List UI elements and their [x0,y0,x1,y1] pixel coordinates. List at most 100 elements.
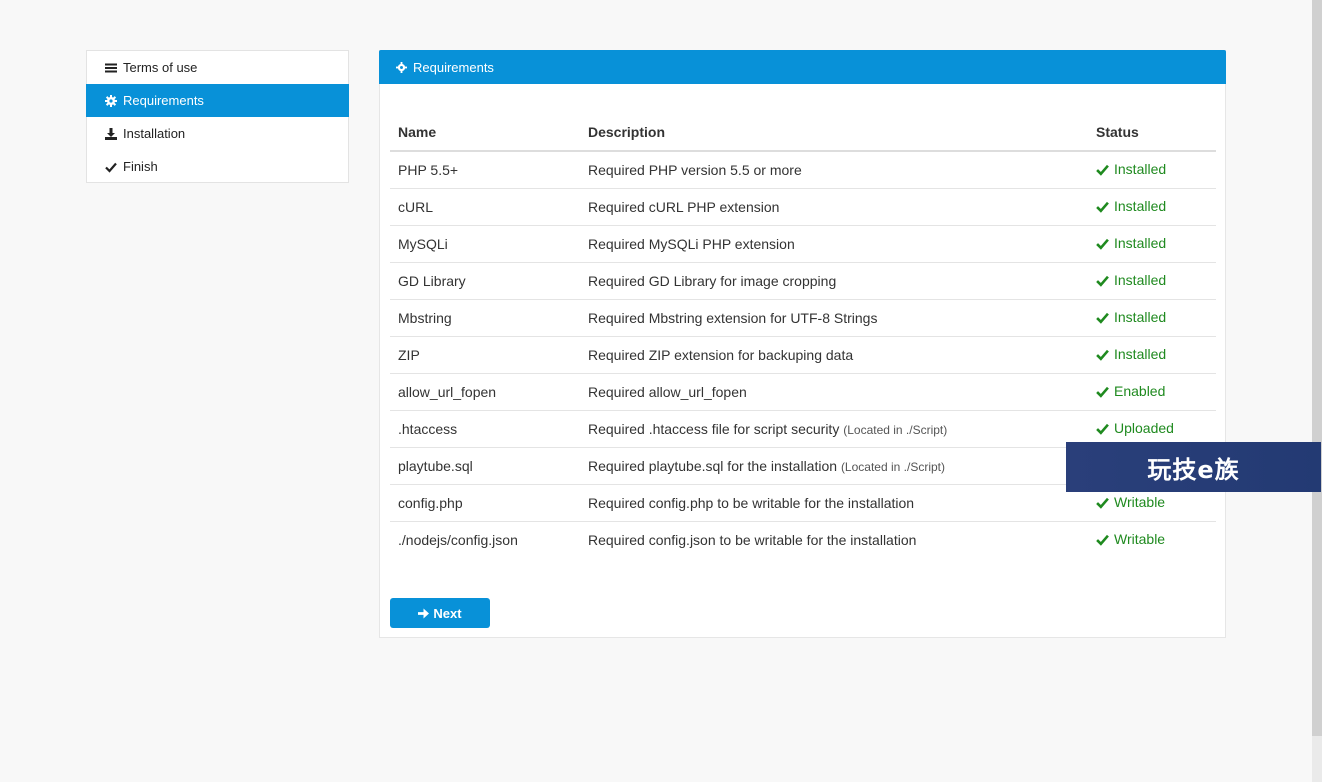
requirement-description-cell: Required PHP version 5.5 or more [580,151,1088,189]
status-badge: Installed [1096,309,1166,325]
requirement-name: config.php [390,484,580,522]
requirement-description: Required Mbstring extension for UTF-8 St… [588,310,878,326]
status-text: Installed [1114,309,1167,326]
requirement-status-cell: Installed [1088,299,1216,337]
status-badge: Uploaded [1096,420,1174,436]
requirement-description-cell: Required .htaccess file for script secur… [580,410,1088,448]
panel-title: Requirements [413,59,494,75]
requirement-status-cell: Installed [1088,225,1216,263]
check-icon [1096,349,1109,361]
status-badge: Installed [1096,346,1166,362]
table-row: PHP 5.5+ Required PHP version 5.5 or more… [390,151,1216,189]
requirement-description-cell: Required GD Library for image cropping [580,262,1088,300]
table-header-row: Name Description Status [390,113,1216,152]
requirement-name: GD Library [390,262,580,300]
column-header-status: Status [1088,113,1216,152]
status-text: Installed [1114,198,1167,215]
page-scrollbar[interactable] [1312,0,1322,782]
check-icon [1096,497,1109,509]
requirement-description-cell: Required ZIP extension for backuping dat… [580,336,1088,374]
requirement-name: playtube.sql [390,447,580,485]
column-header-name: Name [390,113,580,152]
requirement-status-cell: Installed [1088,336,1216,374]
sidebar-item-finish[interactable]: Finish [87,150,348,183]
table-row: ./nodejs/config.json Required config.json… [390,522,1216,559]
check-icon [1096,164,1109,176]
table-row: allow_url_fopen Required allow_url_fopen E… [390,373,1216,411]
check-icon [105,161,117,173]
requirement-status-cell: Writable [1088,522,1216,559]
gear-icon [105,94,117,107]
status-badge: Enabled [1096,383,1165,399]
requirement-description-cell: Required allow_url_fopen [580,373,1088,411]
status-text: Writable [1114,531,1166,548]
status-badge: Installed [1096,272,1166,288]
scrollbar-thumb[interactable] [1312,0,1322,736]
requirement-name: ZIP [390,336,580,374]
installer-sidebar: Terms of use Requirements Installation F… [86,50,349,183]
next-button-label: Next [433,605,462,621]
status-text: Installed [1114,272,1167,289]
sidebar-item-requirements[interactable]: Requirements [86,84,349,117]
requirement-description-cell: Required playtube.sql for the installati… [580,447,1088,485]
sidebar-item-terms-of-use[interactable]: Terms of use [87,51,348,84]
check-icon [1096,423,1109,435]
requirements-panel: Requirements Name Description Status PHP… [379,50,1226,638]
requirement-name: MySQLi [390,225,580,263]
requirement-status-cell: Enabled [1088,373,1216,411]
requirement-description-cell: Required Mbstring extension for UTF-8 St… [580,299,1088,337]
gear-icon [396,61,407,73]
next-button[interactable]: Next [390,598,490,628]
requirement-description: Required playtube.sql for the installati… [588,458,838,474]
list-icon [105,62,117,74]
requirement-description: Required config.php to be writable for t… [588,495,915,511]
check-icon [1096,386,1109,398]
sidebar-item-label: Installation [123,126,186,141]
requirement-name: .htaccess [390,410,580,448]
status-text: Enabled [1114,383,1166,400]
requirement-description: Required ZIP extension for backuping dat… [588,347,854,363]
status-badge: Installed [1096,161,1166,177]
status-badge: Installed [1096,235,1166,251]
table-row: Mbstring Required Mbstring extension for … [390,299,1216,337]
download-icon [105,127,117,140]
status-badge: Writable [1096,494,1165,510]
requirement-name: cURL [390,188,580,226]
status-text: Installed [1114,161,1167,178]
requirement-description-cell: Required MySQLi PHP extension [580,225,1088,263]
table-row: cURL Required cURL PHP extension Installed [390,188,1216,226]
requirement-status-cell: Installed [1088,262,1216,300]
table-row: GD Library Required GD Library for image … [390,262,1216,300]
sidebar-item-label: Requirements [123,93,204,108]
requirement-name: Mbstring [390,299,580,337]
requirement-description: Required config.json to be writable for … [588,532,917,548]
requirement-description: Required cURL PHP extension [588,199,780,215]
requirement-description: Required PHP version 5.5 or more [588,162,802,178]
status-badge: Writable [1096,531,1165,547]
requirement-status-cell: Installed [1088,151,1216,189]
requirement-name: ./nodejs/config.json [398,532,518,548]
check-icon [1096,312,1109,324]
requirement-name: allow_url_fopen [390,373,580,411]
status-text: Installed [1114,346,1167,363]
requirement-name: PHP 5.5+ [390,151,580,189]
status-text: Writable [1114,494,1166,511]
requirement-location-note: (Located in ./Script) [843,423,948,437]
status-text: Installed [1114,235,1167,252]
watermark-logo: 玩技e族 [1066,442,1321,492]
sidebar-item-label: Terms of use [123,60,198,75]
requirement-description: Required GD Library for image cropping [588,273,837,289]
requirement-status-cell: Installed [1088,188,1216,226]
column-header-description: Description [580,113,1088,152]
check-icon [1096,238,1109,250]
sidebar-item-label: Finish [123,159,158,174]
requirement-description: Required .htaccess file for script secur… [588,421,840,437]
arrow-right-icon [418,607,430,619]
table-row: ZIP Required ZIP extension for backuping … [390,336,1216,374]
table-row: MySQLi Required MySQLi PHP extension Insta… [390,225,1216,263]
sidebar-item-installation[interactable]: Installation [87,117,348,150]
requirement-description-cell: Required config.json to be writable for … [580,522,1088,559]
check-icon [1096,534,1109,546]
requirement-location-note: (Located in ./Script) [840,460,945,474]
check-icon [1096,275,1109,287]
